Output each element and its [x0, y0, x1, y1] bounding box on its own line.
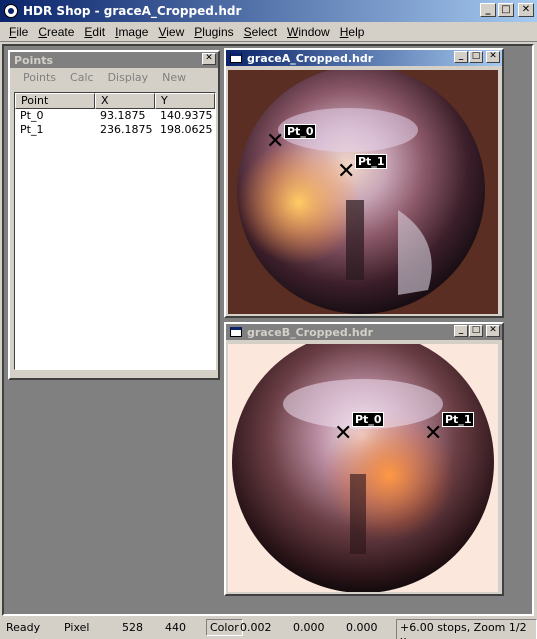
points-list-header: Point X Y: [15, 93, 215, 109]
image-b-title: graceB_Cropped.hdr: [247, 325, 374, 339]
image-b-canvas[interactable]: Pt_0 ✕ Pt_1 ✕: [228, 344, 498, 592]
marker-pt0-label[interactable]: Pt_0: [284, 124, 317, 139]
marker-pt1-label[interactable]: Pt_1: [442, 412, 475, 427]
image-b-maximize-button[interactable]: □: [469, 325, 483, 337]
points-list[interactable]: Point X Y Pt_0 93.1875 140.9375 Pt_1 236…: [14, 92, 216, 370]
point-y: 198.0625: [160, 123, 213, 136]
image-a-title: graceA_Cropped.hdr: [247, 51, 374, 65]
status-pixel-y: 440: [165, 621, 186, 634]
status-color-label: Color: [206, 619, 243, 636]
app-title-bar: HDR Shop - graceA_Cropped.hdr _ □ ✕: [0, 0, 537, 22]
menu-view-rest: iew: [166, 24, 185, 39]
new-menu[interactable]: New: [155, 71, 193, 84]
close-button[interactable]: ✕: [518, 3, 534, 17]
mirror-ball-image-b: [228, 344, 498, 592]
status-pixel-label: Pixel: [64, 621, 90, 634]
image-b-title-bar: graceB_Cropped.hdr _ □ ✕: [226, 324, 502, 340]
menu-create-rest: reate: [47, 24, 75, 39]
point-name: Pt_1: [20, 123, 44, 136]
minimize-button[interactable]: _: [480, 3, 496, 17]
status-r: 0.002: [240, 621, 272, 634]
image-a-maximize-button[interactable]: □: [469, 51, 483, 63]
mirror-ball-image-a: [228, 70, 498, 314]
marker-pt1-label[interactable]: Pt_1: [355, 154, 388, 169]
menu-help[interactable]: Help: [335, 23, 370, 41]
menu-file-rest: ile: [16, 24, 29, 39]
point-y: 140.9375: [160, 109, 213, 122]
mdi-workspace: Points ✕ Points Calc Display New Point X…: [2, 44, 534, 616]
menu-select-rest: elect: [251, 24, 278, 39]
points-panel: Points ✕ Points Calc Display New Point X…: [8, 50, 220, 380]
menu-file[interactable]: File: [4, 23, 33, 41]
col-y[interactable]: Y: [155, 93, 215, 109]
display-menu[interactable]: Display: [101, 71, 156, 84]
maximize-button[interactable]: □: [498, 3, 514, 17]
image-b-close-button[interactable]: ✕: [486, 325, 500, 337]
table-row[interactable]: Pt_1 236.1875 198.0625: [15, 123, 215, 137]
menu-edit-rest: dit: [92, 24, 106, 39]
menu-bar: File Create Edit Image View Plugins Sele…: [0, 22, 537, 42]
status-g: 0.000: [293, 621, 325, 634]
crosshair-icon[interactable]: ✕: [266, 131, 284, 153]
menu-image-rest: mage: [118, 24, 149, 39]
points-toolbar: Points Calc Display New: [10, 68, 218, 86]
image-a-title-bar: graceA_Cropped.hdr _ □ ✕: [226, 50, 502, 66]
col-x[interactable]: X: [95, 93, 155, 109]
col-point[interactable]: Point: [15, 93, 95, 109]
calc-menu[interactable]: Calc: [63, 71, 101, 84]
image-a-close-button[interactable]: ✕: [486, 51, 500, 63]
crosshair-icon[interactable]: ✕: [424, 423, 442, 445]
image-window-a[interactable]: graceA_Cropped.hdr _ □ ✕ Pt_0 ✕ Pt_1 ✕: [224, 48, 504, 318]
marker-pt0-label[interactable]: Pt_0: [352, 412, 385, 427]
menu-window-rest: indow: [298, 24, 330, 39]
points-panel-title-bar: Points ✕: [10, 52, 218, 68]
point-x: 236.1875: [100, 123, 153, 136]
status-bar: Ready Pixel 528 440 Color 0.002 0.000 0.…: [0, 618, 537, 639]
menu-window[interactable]: Window: [282, 23, 335, 41]
document-icon[interactable]: [230, 53, 242, 63]
status-ready: Ready: [6, 621, 41, 634]
table-row[interactable]: Pt_0 93.1875 140.9375: [15, 109, 215, 123]
image-window-b[interactable]: graceB_Cropped.hdr _ □ ✕ Pt_0 ✕ Pt_1 ✕: [224, 322, 504, 596]
point-x: 93.1875: [100, 109, 146, 122]
hdr-shop-app-icon[interactable]: [4, 4, 18, 18]
app-title: HDR Shop - graceA_Cropped.hdr: [23, 4, 242, 18]
points-menu[interactable]: Points: [16, 71, 63, 84]
status-zoom: +6.00 stops, Zoom 1/2 x: [396, 619, 537, 639]
point-name: Pt_0: [20, 109, 44, 122]
menu-select[interactable]: Select: [239, 23, 282, 41]
crosshair-icon[interactable]: ✕: [334, 423, 352, 445]
menu-edit[interactable]: Edit: [79, 23, 110, 41]
status-pixel-x: 528: [122, 621, 143, 634]
image-a-canvas[interactable]: Pt_0 ✕ Pt_1 ✕: [228, 70, 498, 314]
menu-help-rest: elp: [348, 24, 365, 39]
points-panel-title: Points: [14, 53, 54, 67]
status-b: 0.000: [346, 621, 378, 634]
crosshair-icon[interactable]: ✕: [337, 161, 355, 183]
menu-plugins-rest: lugins: [202, 24, 234, 39]
menu-create[interactable]: Create: [33, 23, 79, 41]
document-icon[interactable]: [230, 327, 242, 337]
menu-plugins[interactable]: Plugins: [189, 23, 238, 41]
image-b-minimize-button[interactable]: _: [454, 325, 468, 337]
image-a-minimize-button[interactable]: _: [454, 51, 468, 63]
menu-image[interactable]: Image: [110, 23, 153, 41]
menu-view[interactable]: View: [153, 23, 189, 41]
points-close-button[interactable]: ✕: [202, 53, 216, 65]
